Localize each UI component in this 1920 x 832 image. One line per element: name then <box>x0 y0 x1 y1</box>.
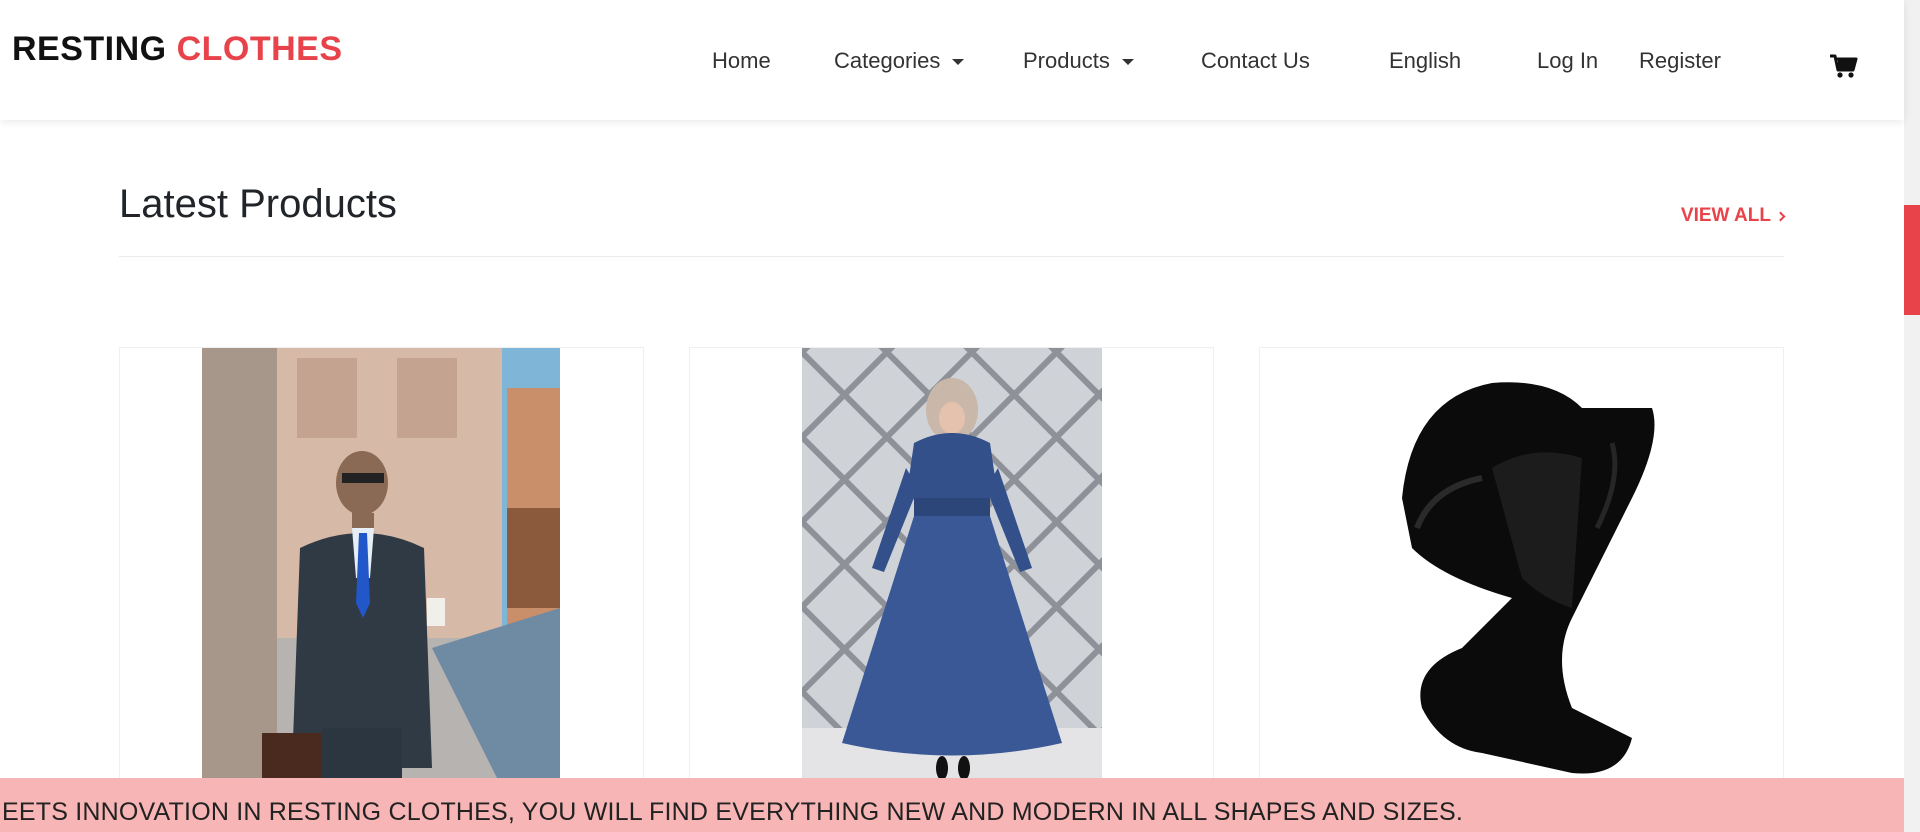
announcement-marquee: EETS INNOVATION IN RESTING CLOTHES, YOU … <box>0 778 1904 832</box>
nav-products-label[interactable]: Products <box>1023 48 1110 74</box>
nav-contact-label[interactable]: Contact Us <box>1201 48 1310 74</box>
nav-home-label[interactable]: Home <box>712 48 771 74</box>
shopping-cart-icon[interactable] <box>1830 53 1858 79</box>
page-scrollbar[interactable] <box>1904 0 1920 832</box>
site-header: RESTING CLOTHES Home Categories Products… <box>0 0 1904 120</box>
section-divider <box>119 256 1784 257</box>
nav-login-label[interactable]: Log In <box>1537 48 1598 74</box>
scrollbar-thumb[interactable] <box>1904 205 1920 315</box>
nav-categories-dropdown[interactable]: Categories <box>834 48 965 74</box>
product-card[interactable] <box>1259 347 1784 787</box>
marquee-text: EETS INNOVATION IN RESTING CLOTHES, YOU … <box>2 798 1464 826</box>
nav-categories-label[interactable]: Categories <box>834 48 940 74</box>
man-in-suit-photo[interactable] <box>202 348 560 787</box>
main-nav: Home Categories Products Contact Us Engl… <box>0 48 1904 82</box>
nav-language-label[interactable]: English <box>1389 48 1461 74</box>
nav-login[interactable]: Log In <box>1537 48 1598 74</box>
caret-down-icon[interactable] <box>1121 59 1134 65</box>
nav-contact[interactable]: Contact Us <box>1201 48 1310 74</box>
nav-language[interactable]: English <box>1389 48 1461 74</box>
view-all-label[interactable]: VIEW ALL <box>1681 205 1771 227</box>
caret-down-icon[interactable] <box>952 59 965 65</box>
nav-register-label[interactable]: Register <box>1639 48 1721 74</box>
view-all-link[interactable]: VIEW ALL <box>1681 205 1786 227</box>
product-card[interactable] <box>689 347 1214 787</box>
nav-home[interactable]: Home <box>712 48 771 74</box>
black-fur-scarf-photo[interactable] <box>1372 348 1672 787</box>
product-card[interactable] <box>119 347 644 787</box>
chevron-right-icon[interactable] <box>1775 211 1786 221</box>
nav-products-dropdown[interactable]: Products <box>1023 48 1134 74</box>
nav-register[interactable]: Register <box>1639 48 1721 74</box>
blue-dress-photo[interactable] <box>802 348 1102 787</box>
section-title: Latest Products <box>119 182 397 226</box>
